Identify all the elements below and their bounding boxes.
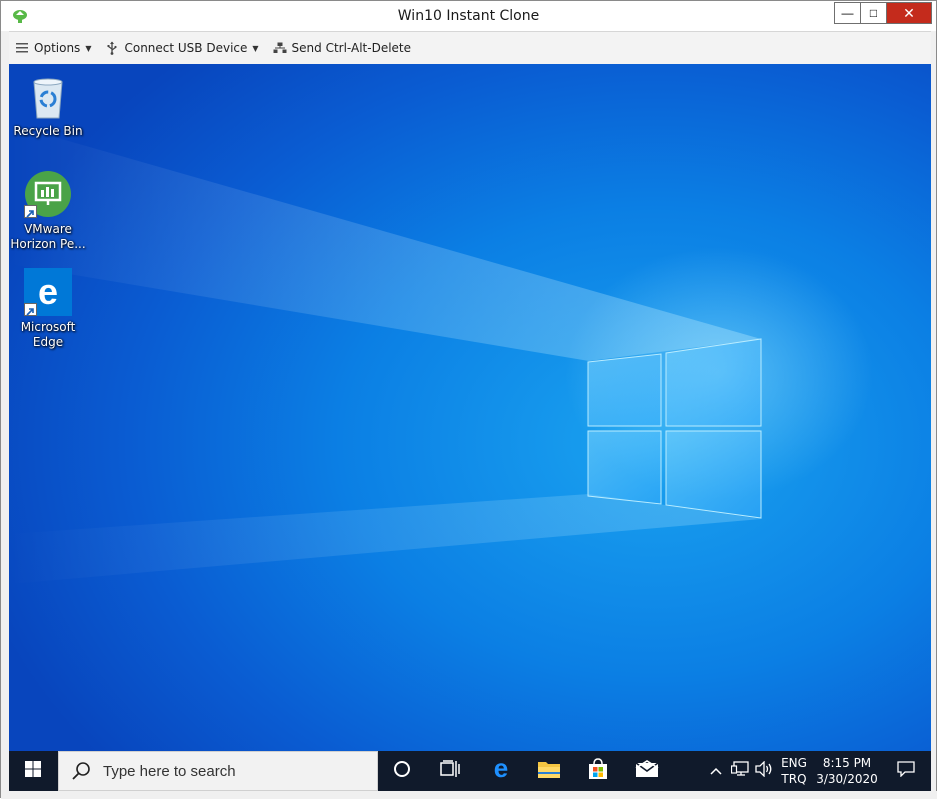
taskbar-edge-button[interactable]: e	[477, 751, 525, 791]
start-button[interactable]	[9, 751, 57, 791]
windows-wallpaper	[9, 124, 762, 584]
title-bar[interactable]: Win10 Instant Clone — □ ✕	[1, 1, 936, 31]
usb-icon	[105, 41, 119, 55]
maximize-button[interactable]: □	[861, 3, 887, 23]
shortcut-arrow-icon	[24, 303, 37, 316]
window-controls: — □ ✕	[834, 2, 932, 24]
keyboard-layout: TRQ	[781, 772, 807, 786]
desktop-icon-microsoft-edge[interactable]: e Microsoft Edge	[9, 268, 88, 350]
chevron-up-icon	[710, 762, 722, 780]
input-language-button[interactable]: ENG TRQ	[778, 751, 810, 791]
desktop-icon-vmware-horizon[interactable]: VMware Horizon Pe...	[9, 170, 88, 252]
clock-date: 3/30/2020	[816, 772, 878, 786]
chevron-down-icon: ▼	[252, 43, 259, 53]
task-view-button[interactable]	[426, 751, 474, 791]
search-icon	[71, 761, 91, 781]
desktop-icon-label: Recycle Bin	[13, 124, 83, 138]
options-label: Options	[34, 41, 81, 55]
svg-text:e: e	[38, 271, 58, 312]
taskbar: Type here to search e ENG TRQ 8:15 PM 3/…	[9, 751, 931, 791]
network-keys-icon	[273, 41, 287, 55]
network-icon	[730, 760, 749, 782]
taskbar-mail-button[interactable]	[623, 751, 671, 791]
edge-icon: e	[24, 268, 72, 316]
task-view-icon	[440, 759, 460, 783]
windows-logo-icon	[25, 760, 41, 782]
clock-button[interactable]: 8:15 PM 3/30/2020	[812, 751, 882, 791]
desktop-icon-label: Microsoft	[20, 320, 76, 334]
taskbar-store-button[interactable]	[574, 751, 622, 791]
options-menu[interactable]: Options ▼	[15, 41, 91, 55]
edge-icon: e	[489, 753, 513, 786]
notification-icon	[897, 760, 915, 782]
windows-desktop[interactable]: Recycle Bin VMware Horizon Pe... e Micro…	[9, 64, 931, 751]
taskbar-search-box[interactable]: Type here to search	[58, 751, 378, 791]
connect-usb-label: Connect USB Device	[124, 41, 248, 55]
desktop-icon-label: VMware	[24, 222, 72, 236]
action-center-button[interactable]	[883, 751, 929, 791]
hamburger-icon	[15, 41, 29, 55]
clock-time: 8:15 PM	[822, 756, 872, 770]
chevron-down-icon: ▼	[85, 43, 92, 53]
volume-tray-button[interactable]	[753, 751, 775, 791]
svg-text:e: e	[494, 757, 508, 781]
close-button[interactable]: ✕	[887, 3, 931, 23]
language-code: ENG	[781, 756, 807, 770]
network-tray-button[interactable]	[729, 751, 751, 791]
store-icon	[587, 757, 609, 785]
send-ctrl-alt-delete-label: Send Ctrl-Alt-Delete	[291, 41, 412, 55]
desktop-icon-label: Horizon Pe...	[10, 237, 86, 251]
recycle-bin-icon	[24, 72, 72, 120]
vm-window: Win10 Instant Clone — □ ✕ Options ▼ Conn…	[0, 0, 937, 799]
folder-icon	[537, 759, 561, 784]
cortana-icon	[393, 760, 411, 783]
vmware-horizon-icon	[24, 170, 72, 218]
window-title: Win10 Instant Clone	[397, 8, 540, 24]
send-ctrl-alt-delete-button[interactable]: Send Ctrl-Alt-Delete	[273, 41, 411, 55]
connect-usb-menu[interactable]: Connect USB Device ▼	[105, 41, 259, 55]
taskbar-file-explorer-button[interactable]	[525, 751, 573, 791]
mail-icon	[635, 759, 659, 783]
minimize-button[interactable]: —	[835, 3, 861, 23]
desktop-icon-label: Edge	[32, 335, 64, 349]
horizon-toolbar: Options ▼ Connect USB Device ▼ Send Ctrl…	[9, 31, 931, 64]
shortcut-arrow-icon	[24, 205, 37, 218]
cortana-button[interactable]	[378, 751, 426, 791]
show-hidden-icons-button[interactable]	[707, 751, 725, 791]
search-placeholder: Type here to search	[103, 762, 236, 780]
speaker-icon	[755, 759, 773, 782]
desktop-icon-recycle-bin[interactable]: Recycle Bin	[9, 72, 88, 139]
